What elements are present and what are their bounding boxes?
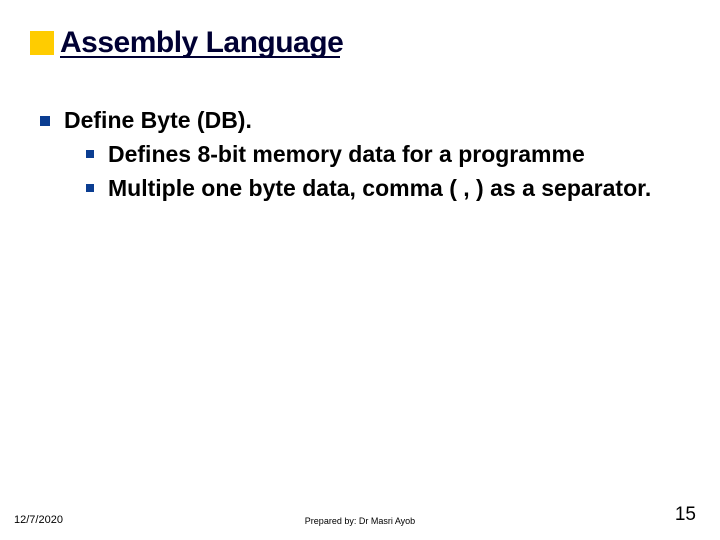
footer-credit: Prepared by: Dr Masri Ayob	[305, 516, 415, 526]
bullet-square-icon	[86, 150, 94, 158]
content: Define Byte (DB). Defines 8-bit memory d…	[40, 106, 690, 208]
slide-title: Assembly Language	[60, 26, 343, 60]
bullet-lvl1: Define Byte (DB).	[40, 106, 690, 136]
bullet-lvl2-text: Defines 8-bit memory data for a programm…	[108, 140, 585, 170]
title-bar: Assembly Language	[30, 26, 343, 60]
slide: Assembly Language Define Byte (DB). Defi…	[0, 0, 720, 540]
bullet-lvl2-text: Multiple one byte data, comma ( , ) as a…	[108, 174, 651, 204]
bullet-lvl2: Multiple one byte data, comma ( , ) as a…	[86, 174, 690, 204]
footer-page-number: 15	[675, 504, 696, 526]
title-underline	[60, 56, 340, 58]
bullet-square-icon	[40, 116, 50, 126]
bullet-lvl2: Defines 8-bit memory data for a programm…	[86, 140, 690, 170]
bullet-square-icon	[86, 184, 94, 192]
bullet-lvl1-text: Define Byte (DB).	[64, 106, 252, 136]
title-square-icon	[30, 31, 54, 55]
footer-date: 12/7/2020	[14, 514, 63, 526]
